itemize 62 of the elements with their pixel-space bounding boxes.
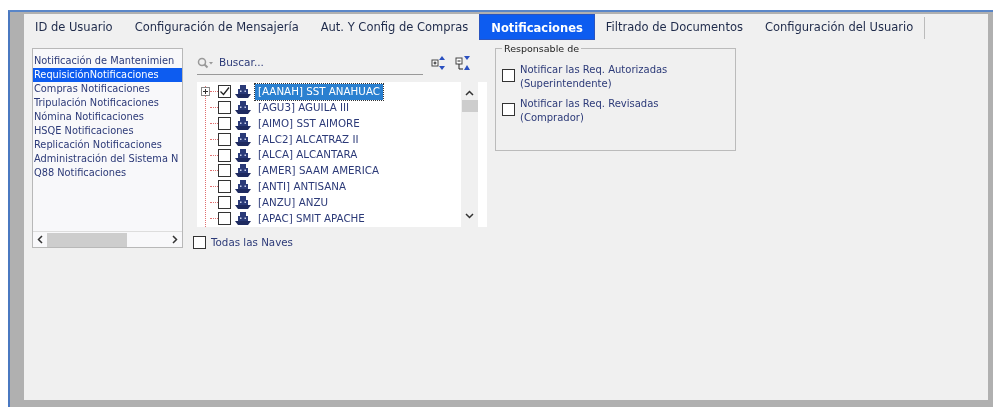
tab[interactable]: Filtrado de Documentos — [594, 14, 754, 40]
collapse-all-icon[interactable] — [455, 55, 471, 71]
tab[interactable]: Aut. Y Config de Compras — [309, 14, 480, 40]
tree-item[interactable]: [ANTI] ANTISANA — [255, 178, 349, 195]
checkbox[interactable] — [218, 195, 231, 209]
search-icon — [197, 56, 215, 69]
scroll-thumb[interactable] — [461, 100, 478, 112]
ship-icon — [235, 194, 251, 210]
ship-icon — [235, 100, 251, 116]
checkbox[interactable] — [218, 85, 231, 99]
list-item[interactable]: Administración del Sistema N — [33, 152, 182, 166]
ship-icon — [235, 84, 251, 100]
tree-item[interactable]: [ANZU] ANZU — [255, 194, 331, 211]
checkbox[interactable] — [502, 103, 515, 116]
checkbox-label: Notificar las Req. Revisadas (Comprador) — [520, 97, 660, 125]
ship-icon — [235, 116, 251, 131]
ship-icon — [235, 163, 251, 179]
tab[interactable]: ID de Usuario — [24, 14, 124, 40]
checkbox[interactable] — [218, 164, 231, 178]
group-title: Responsable de — [502, 42, 581, 57]
scroll-left-icon[interactable] — [37, 235, 43, 244]
tree-item[interactable]: [AIMO] SST AIMORE — [255, 115, 363, 132]
tab[interactable]: Notificaciones — [479, 14, 595, 40]
checkbox[interactable] — [502, 69, 515, 82]
checkbox[interactable] — [193, 236, 206, 250]
ship-icon — [235, 147, 251, 163]
list-item[interactable]: Q88 Notificaciones — [33, 166, 182, 180]
tree-item[interactable]: [AANAH] SST ANAHUAC — [255, 84, 383, 100]
scroll-thumb[interactable] — [47, 232, 127, 247]
search-placeholder: Buscar... — [219, 54, 264, 70]
category-list[interactable] — [32, 48, 183, 248]
list-item[interactable]: Nómina Notificaciones — [33, 110, 182, 124]
scroll-down-icon[interactable] — [465, 213, 474, 219]
tree-item[interactable]: [ALC2] ALCATRAZ II — [255, 131, 362, 147]
list-item[interactable]: Tripulación Notificaciones — [33, 96, 182, 110]
scroll-up-icon[interactable] — [465, 90, 474, 96]
tree-item[interactable]: [AGU3] AGUILA III — [255, 99, 353, 116]
tree-item[interactable]: [APAC] SMIT APACHE — [255, 210, 368, 226]
list-item[interactable]: HSQE Notificaciones — [33, 124, 182, 138]
scroll-right-icon[interactable] — [172, 235, 178, 244]
list-item[interactable]: Replicación Notificaciones — [33, 138, 182, 152]
tab[interactable]: Configuración de Mensajería — [123, 14, 310, 40]
checkbox[interactable] — [218, 101, 231, 115]
expand-icon[interactable] — [201, 87, 210, 97]
checkbox[interactable] — [218, 117, 231, 130]
checkbox[interactable] — [218, 148, 231, 162]
ship-icon — [235, 131, 251, 147]
list-item[interactable]: Compras Notificaciones — [33, 82, 182, 96]
checkbox[interactable] — [218, 180, 231, 194]
tree-item[interactable]: [AMER] SAAM AMERICA — [255, 163, 382, 179]
list-item[interactable]: RequisiciónNotificaciones — [33, 68, 182, 82]
checkbox-label: Todas las Naves — [211, 235, 293, 250]
expand-all-icon[interactable] — [431, 56, 447, 70]
tree-item[interactable]: [ALCA] ALCANTARA — [255, 147, 361, 163]
checkbox[interactable] — [218, 132, 231, 146]
list-item[interactable]: Notificación de Mantenimien — [33, 54, 182, 68]
ship-icon — [235, 179, 251, 195]
checkbox[interactable] — [218, 211, 231, 225]
ship-icon — [235, 210, 251, 226]
horizontal-scrollbar[interactable] — [33, 231, 182, 247]
tab[interactable]: Configuración del Usuario — [753, 14, 925, 40]
checkbox-label: Notificar las Req. Autorizadas (Superintendente) — [520, 63, 669, 91]
